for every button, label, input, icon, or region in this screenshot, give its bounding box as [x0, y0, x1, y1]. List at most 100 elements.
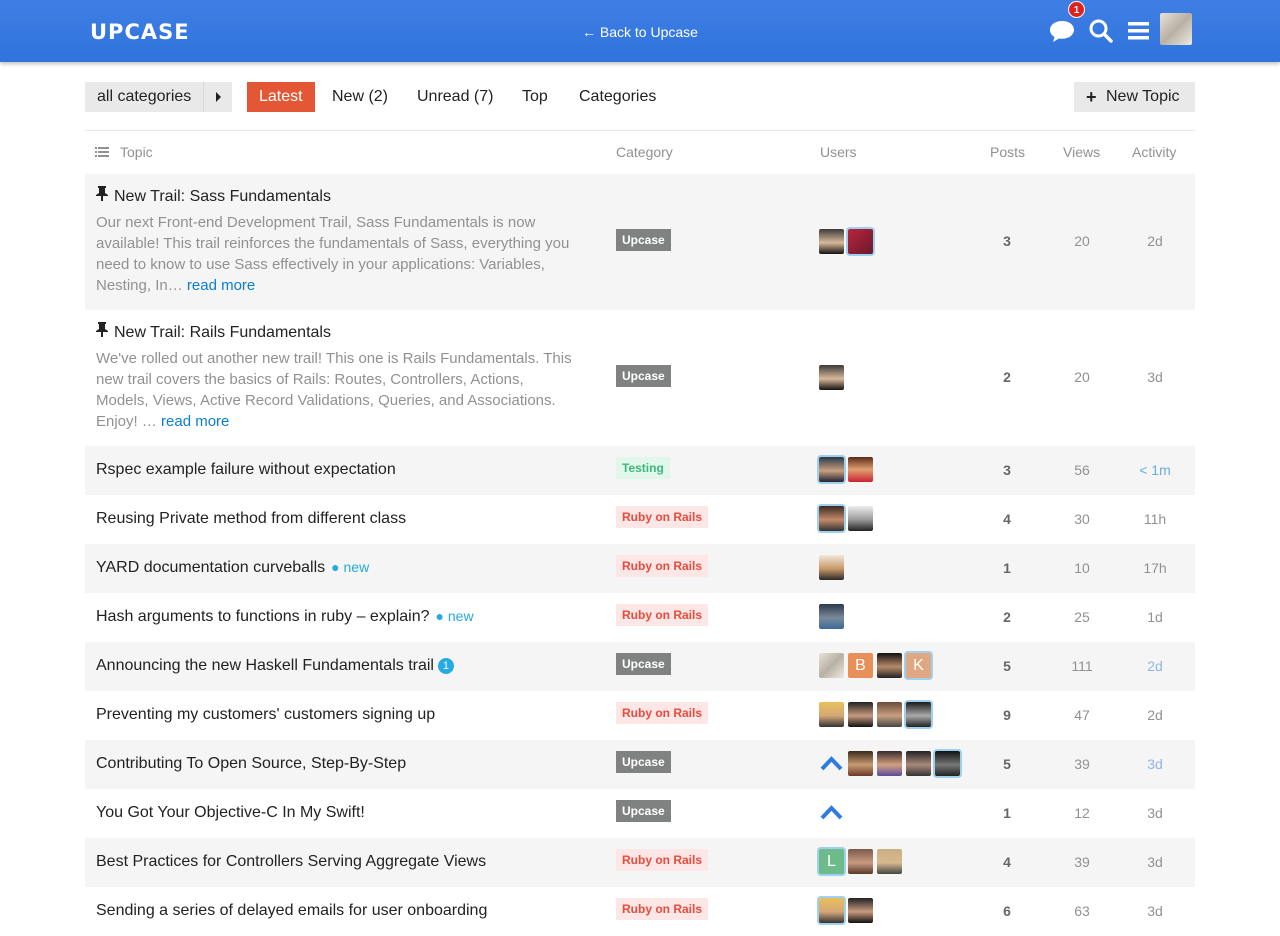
new-badge[interactable]: ● new: [331, 559, 369, 575]
topic-title-link[interactable]: Reusing Private method from different cl…: [96, 510, 406, 528]
posts-count[interactable]: 2: [977, 609, 1037, 625]
avatar-letter[interactable]: K: [906, 653, 931, 678]
topic-row[interactable]: YARD documentation curveballs ● new Ruby …: [85, 544, 1195, 593]
activity-time[interactable]: 3d: [1125, 903, 1185, 919]
caret-right-icon[interactable]: [203, 82, 232, 112]
posts-count[interactable]: 5: [977, 658, 1037, 674]
posts-count[interactable]: 2: [977, 369, 1037, 385]
category-badge[interactable]: Upcase: [616, 365, 671, 387]
topic-row[interactable]: You Got Your Objective-C In My Swift! Up…: [85, 789, 1195, 838]
tab-top[interactable]: Top: [522, 82, 548, 112]
topic-row[interactable]: Contributing To Open Source, Step-By-Ste…: [85, 740, 1195, 789]
avatar[interactable]: [819, 365, 844, 390]
posts-count[interactable]: 4: [977, 511, 1037, 527]
posts-count[interactable]: 3: [977, 462, 1037, 478]
new-badge[interactable]: ● new: [436, 608, 474, 624]
category-badge[interactable]: Upcase: [616, 751, 671, 773]
topic-row[interactable]: Preventing my customers' customers signi…: [85, 691, 1195, 740]
avatar[interactable]: [877, 653, 902, 678]
topic-row[interactable]: New Trail: Rails Fundamentals We've roll…: [85, 310, 1195, 446]
avatar[interactable]: [819, 653, 844, 678]
avatar[interactable]: [848, 898, 873, 923]
activity-time[interactable]: 2d: [1125, 233, 1185, 249]
notification-badge[interactable]: 1: [1068, 1, 1085, 18]
topic-title-link[interactable]: YARD documentation curveballs ● new: [96, 559, 369, 577]
avatar-letter[interactable]: L: [819, 849, 844, 874]
activity-time[interactable]: 2d: [1125, 658, 1185, 674]
back-to-upcase-link[interactable]: ← Back to Upcase: [582, 24, 698, 40]
topic-title-link[interactable]: New Trail: Rails Fundamentals: [96, 322, 331, 342]
topic-title-link[interactable]: Sending a series of delayed emails for u…: [96, 902, 487, 920]
activity-time[interactable]: 1d: [1125, 609, 1185, 625]
activity-time[interactable]: 3d: [1125, 369, 1185, 385]
topic-title-link[interactable]: Best Practices for Controllers Serving A…: [96, 853, 486, 871]
upcase-chevron-icon[interactable]: [819, 751, 844, 776]
search-icon[interactable]: [1088, 18, 1114, 44]
posts-count[interactable]: 1: [977, 805, 1037, 821]
col-category[interactable]: Category: [616, 144, 673, 160]
avatar[interactable]: [935, 751, 960, 776]
upcase-logo[interactable]: UPCASE: [90, 20, 190, 44]
topic-row[interactable]: Sending a series of delayed emails for u…: [85, 887, 1195, 936]
posts-count[interactable]: 4: [977, 854, 1037, 870]
topic-row[interactable]: Hash arguments to functions in ruby – ex…: [85, 593, 1195, 642]
upcase-chevron-icon[interactable]: [819, 800, 844, 825]
avatar[interactable]: [819, 898, 844, 923]
avatar[interactable]: [848, 702, 873, 727]
avatar[interactable]: [877, 751, 902, 776]
avatar[interactable]: [819, 604, 844, 629]
tab-new[interactable]: New (2): [332, 82, 388, 112]
activity-time[interactable]: 11h: [1125, 511, 1185, 527]
avatar[interactable]: [819, 555, 844, 580]
category-badge[interactable]: Ruby on Rails: [616, 506, 709, 528]
activity-time[interactable]: < 1m: [1125, 462, 1185, 478]
avatar[interactable]: [906, 751, 931, 776]
posts-count[interactable]: 6: [977, 903, 1037, 919]
tab-categories[interactable]: Categories: [579, 82, 656, 112]
topic-row[interactable]: Reusing Private method from different cl…: [85, 495, 1195, 544]
category-badge[interactable]: Upcase: [616, 229, 671, 251]
list-icon[interactable]: [95, 147, 109, 157]
topic-row[interactable]: Best Practices for Controllers Serving A…: [85, 838, 1195, 887]
avatar-letter[interactable]: B: [848, 653, 873, 678]
col-views[interactable]: Views: [1063, 144, 1100, 160]
topic-row[interactable]: Rspec example failure without expectatio…: [85, 446, 1195, 495]
activity-time[interactable]: 2d: [1125, 707, 1185, 723]
avatar[interactable]: [848, 229, 873, 254]
category-badge[interactable]: Ruby on Rails: [616, 555, 709, 577]
col-posts[interactable]: Posts: [990, 144, 1025, 160]
posts-count[interactable]: 9: [977, 707, 1037, 723]
topic-title-link[interactable]: You Got Your Objective-C In My Swift!: [96, 804, 365, 822]
avatar[interactable]: [848, 751, 873, 776]
chat-icon[interactable]: [1049, 18, 1075, 44]
category-dropdown[interactable]: all categories: [85, 82, 232, 112]
topic-title-link[interactable]: Announcing the new Haskell Fundamentals …: [96, 657, 454, 675]
posts-count[interactable]: 1: [977, 560, 1037, 576]
topic-title-link[interactable]: New Trail: Sass Fundamentals: [96, 186, 331, 206]
col-users[interactable]: Users: [820, 144, 857, 160]
activity-time[interactable]: 17h: [1125, 560, 1185, 576]
avatar[interactable]: [877, 702, 902, 727]
activity-time[interactable]: 3d: [1125, 756, 1185, 772]
col-topic[interactable]: Topic: [120, 144, 153, 160]
category-badge[interactable]: Upcase: [616, 653, 671, 675]
read-more-link[interactable]: read more: [187, 277, 255, 294]
topic-row[interactable]: New Trail: Sass Fundamentals Our next Fr…: [85, 174, 1195, 310]
tab-unread[interactable]: Unread (7): [417, 82, 493, 112]
posts-count[interactable]: 5: [977, 756, 1037, 772]
activity-time[interactable]: 3d: [1125, 854, 1185, 870]
avatar[interactable]: [819, 506, 844, 531]
avatar[interactable]: [819, 229, 844, 254]
posts-count[interactable]: 3: [977, 233, 1037, 249]
category-badge[interactable]: Upcase: [616, 800, 671, 822]
category-badge[interactable]: Ruby on Rails: [616, 849, 709, 871]
read-more-link[interactable]: read more: [161, 413, 229, 430]
avatar[interactable]: [906, 702, 931, 727]
topic-title-link[interactable]: Hash arguments to functions in ruby – ex…: [96, 608, 474, 626]
avatar[interactable]: [819, 702, 844, 727]
user-avatar[interactable]: [1160, 13, 1192, 45]
category-badge[interactable]: Ruby on Rails: [616, 898, 709, 920]
hamburger-menu-icon[interactable]: [1126, 18, 1152, 44]
topic-title-link[interactable]: Contributing To Open Source, Step-By-Ste…: [96, 755, 406, 773]
unread-count-badge[interactable]: 1: [437, 658, 454, 674]
